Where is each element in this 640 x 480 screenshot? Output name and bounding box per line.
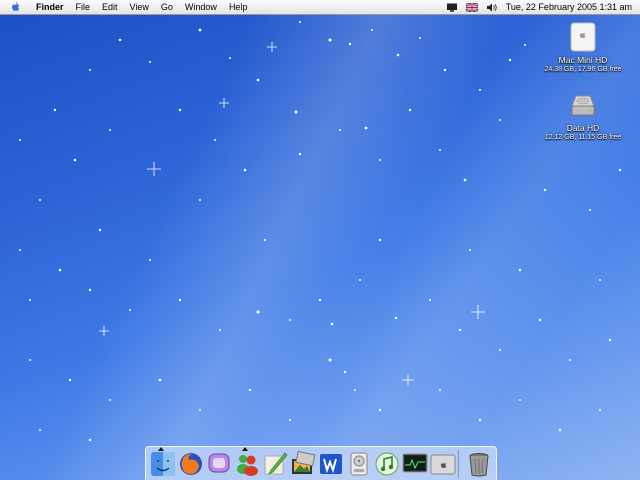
apple-prefs-icon[interactable] [429,450,457,478]
desktop-icon-label: Data HD [566,123,600,133]
itunes-icon[interactable] [373,450,401,478]
apple-menu-icon[interactable] [10,1,22,13]
disk-icon[interactable] [345,450,373,478]
pen-icon[interactable] [261,450,289,478]
menu-window[interactable]: Window [185,0,217,14]
desktop-icon-info: 12.12 GB, 11.15 GB free [544,134,622,141]
hard-disk-icon [571,95,595,116]
menu-extras: Tue, 22 February 2005 1:31 am [446,0,632,14]
menu-bar: Finder File Edit View Go Window Help Tue… [0,0,640,15]
word-icon[interactable] [317,450,345,478]
firefox-icon[interactable] [177,450,205,478]
running-indicator [242,447,248,451]
drive-icon [570,22,596,52]
menu-file[interactable]: File [76,0,91,14]
menu-app-finder[interactable]: Finder [36,0,64,14]
desktop[interactable]: Finder File Edit View Go Window Help Tue… [0,0,640,480]
running-indicator [158,447,164,451]
messenger-icon[interactable] [233,450,261,478]
chat-icon[interactable] [205,450,233,478]
volume-icon[interactable] [486,3,498,12]
monitor-icon[interactable] [401,450,429,478]
desktop-icon-info: 24.38 GB, 17.96 GB free [544,66,622,73]
dock [145,446,497,480]
dock-separator [458,450,459,478]
desktop-icon-label: Mac Mini HD [558,55,608,65]
menubar-clock[interactable]: Tue, 22 February 2005 1:31 am [506,2,632,12]
menu-edit[interactable]: Edit [102,0,118,14]
display-icon[interactable] [446,3,458,12]
desktop-icon-data-hd[interactable]: Data HD 12.12 GB, 11.15 GB free [533,90,633,142]
uk-flag-icon[interactable] [465,2,478,12]
trash-icon[interactable] [465,450,493,478]
menu-go[interactable]: Go [161,0,173,14]
menu-help[interactable]: Help [229,0,248,14]
finder-icon[interactable] [149,450,177,478]
desktop-icon-mac-mini-hd[interactable]: Mac Mini HD 24.38 GB, 17.96 GB free [533,22,633,74]
iphoto-icon[interactable] [289,450,317,478]
menu-view[interactable]: View [130,0,149,14]
